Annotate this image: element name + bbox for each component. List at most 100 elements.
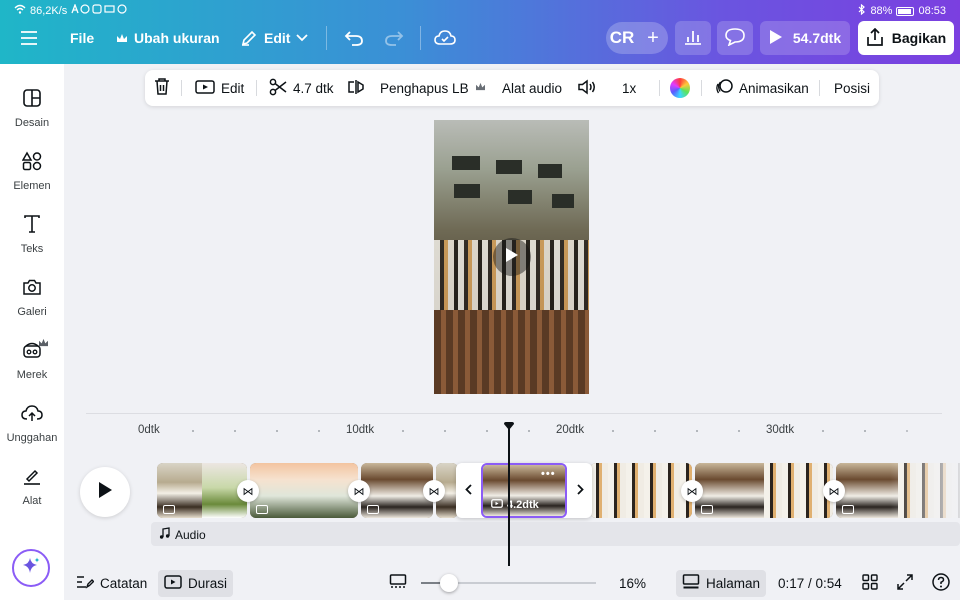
notification-icons (71, 3, 129, 17)
duration-button[interactable]: Durasi (158, 570, 234, 597)
page-view-button[interactable] (383, 570, 413, 597)
avatar[interactable]: CR (606, 22, 638, 54)
audio-tools-button[interactable]: Alat audio (502, 70, 562, 106)
page-preview[interactable] (434, 120, 589, 394)
help-button[interactable] (926, 570, 956, 597)
sidebar-item-design[interactable]: Desain (0, 80, 64, 140)
undo-button[interactable] (344, 24, 364, 52)
pages-icon (682, 574, 700, 593)
grid-view-button[interactable] (856, 570, 884, 597)
timeline-clip[interactable] (157, 463, 247, 518)
sidebar-item-uploads[interactable]: Unggahan (0, 395, 64, 455)
bluetooth-icon (858, 3, 866, 18)
pages-label: Halaman (706, 576, 761, 591)
top-bar: 86,2K/s 88% 08:53 File Ubah ukuran Edit … (0, 0, 960, 64)
transition-button[interactable]: ⋈ (423, 480, 445, 502)
trim-duration: 4.7 dtk (293, 80, 334, 96)
duration-text: 4.2dtk (507, 499, 539, 511)
share-button[interactable]: Bagikan (858, 21, 954, 55)
ruler-tick (402, 430, 404, 432)
audio-track[interactable]: Audio (151, 522, 960, 546)
zoom-slider-knob[interactable] (440, 574, 458, 592)
help-icon (932, 573, 950, 594)
edit-video-button[interactable]: Edit (195, 70, 244, 106)
trim-button[interactable]: 4.7 dtk (269, 70, 334, 106)
sidebar-item-label: Alat (22, 495, 42, 507)
ruler-label: 10dtk (346, 424, 375, 436)
insights-button[interactable] (675, 21, 711, 55)
menu-button[interactable] (20, 24, 38, 52)
more-options-icon[interactable]: ••• (541, 468, 556, 480)
timeline-clip[interactable] (590, 463, 692, 518)
comment-button[interactable] (717, 21, 753, 55)
preview-play-button[interactable]: 54.7dtk (760, 21, 850, 55)
selected-clip[interactable]: ••• 4.2dtk (481, 463, 567, 518)
timeline-divider (86, 413, 942, 414)
animate-label: Animasikan (739, 80, 809, 96)
video-icon (164, 575, 182, 592)
window-shape (552, 194, 574, 208)
transition-button[interactable]: ⋈ (237, 480, 259, 502)
delete-button[interactable] (153, 70, 171, 106)
cloud-save-status[interactable] (434, 24, 456, 52)
context-toolbar: Edit 4.7 dtk Penghapus LB Alat audio 1x … (145, 70, 879, 106)
ruler-tick (696, 430, 698, 432)
speaker-icon (577, 78, 597, 98)
edit-label: Edit (264, 30, 291, 46)
transition-button[interactable]: ⋈ (681, 480, 703, 502)
premium-crown-icon (38, 334, 49, 352)
redo-button[interactable] (384, 24, 404, 52)
position-button[interactable]: Posisi (834, 70, 870, 106)
zoom-level[interactable]: 16% (613, 570, 652, 597)
timeline-clip[interactable] (695, 463, 833, 518)
video-clip-icon (701, 505, 713, 514)
add-collaborator-icon[interactable]: + (638, 27, 668, 50)
transition-button[interactable]: ⋈ (823, 480, 845, 502)
ruler-tick (822, 430, 824, 432)
sidebar-item-label: Merek (16, 369, 48, 381)
bg-remover-button[interactable]: Penghapus LB (380, 70, 486, 106)
animate-button[interactable]: Animasikan (715, 70, 809, 106)
playhead-handle[interactable] (503, 418, 515, 430)
speed-button[interactable]: 1x (622, 70, 636, 106)
edit-menu[interactable]: Edit (240, 24, 309, 52)
ruler-tick (234, 430, 236, 432)
ruler-tick (864, 430, 866, 432)
grid-icon (862, 574, 878, 593)
bar-chart-icon (684, 29, 702, 48)
premium-crown-icon (475, 82, 486, 94)
file-menu[interactable]: File (70, 24, 94, 52)
magic-assistant-button[interactable] (12, 549, 50, 587)
ruler-tick (528, 430, 530, 432)
sidebar-item-gallery[interactable]: Galeri (0, 269, 64, 329)
transition-icon: ⋈ (828, 485, 840, 498)
sidebar-item-brand[interactable]: Merek (0, 332, 64, 392)
sidebar-item-text[interactable]: Teks (0, 206, 64, 266)
playhead[interactable] (508, 428, 510, 566)
text-icon (20, 212, 44, 236)
volume-button[interactable] (577, 70, 597, 106)
color-adjust-button[interactable] (670, 70, 690, 106)
timeline-play-button[interactable] (80, 467, 130, 517)
divider (659, 80, 660, 96)
sidebar-item-tools[interactable]: Alat (0, 458, 64, 518)
status-bar: 86,2K/s 88% 08:53 (0, 0, 960, 20)
ruler-tick (192, 430, 194, 432)
window-shape (508, 190, 532, 204)
pages-button[interactable]: Halaman (676, 570, 767, 597)
resize-button[interactable]: Ubah ukuran (116, 24, 220, 52)
trim-right-handle[interactable] (568, 463, 592, 518)
flip-button[interactable] (347, 70, 365, 106)
sidebar-item-label: Elemen (13, 180, 51, 192)
divider (701, 80, 702, 96)
fullscreen-button[interactable] (891, 570, 919, 597)
trim-left-handle[interactable] (456, 463, 480, 518)
divider (420, 26, 421, 50)
video-play-overlay[interactable] (493, 238, 531, 276)
sidebar-item-elements[interactable]: Elemen (0, 143, 64, 203)
collaborator-group[interactable]: CR + (606, 22, 668, 54)
transition-button[interactable]: ⋈ (348, 480, 370, 502)
timeline-clip[interactable] (250, 463, 358, 518)
share-icon (866, 27, 884, 49)
notes-button[interactable]: Catatan (70, 570, 153, 597)
